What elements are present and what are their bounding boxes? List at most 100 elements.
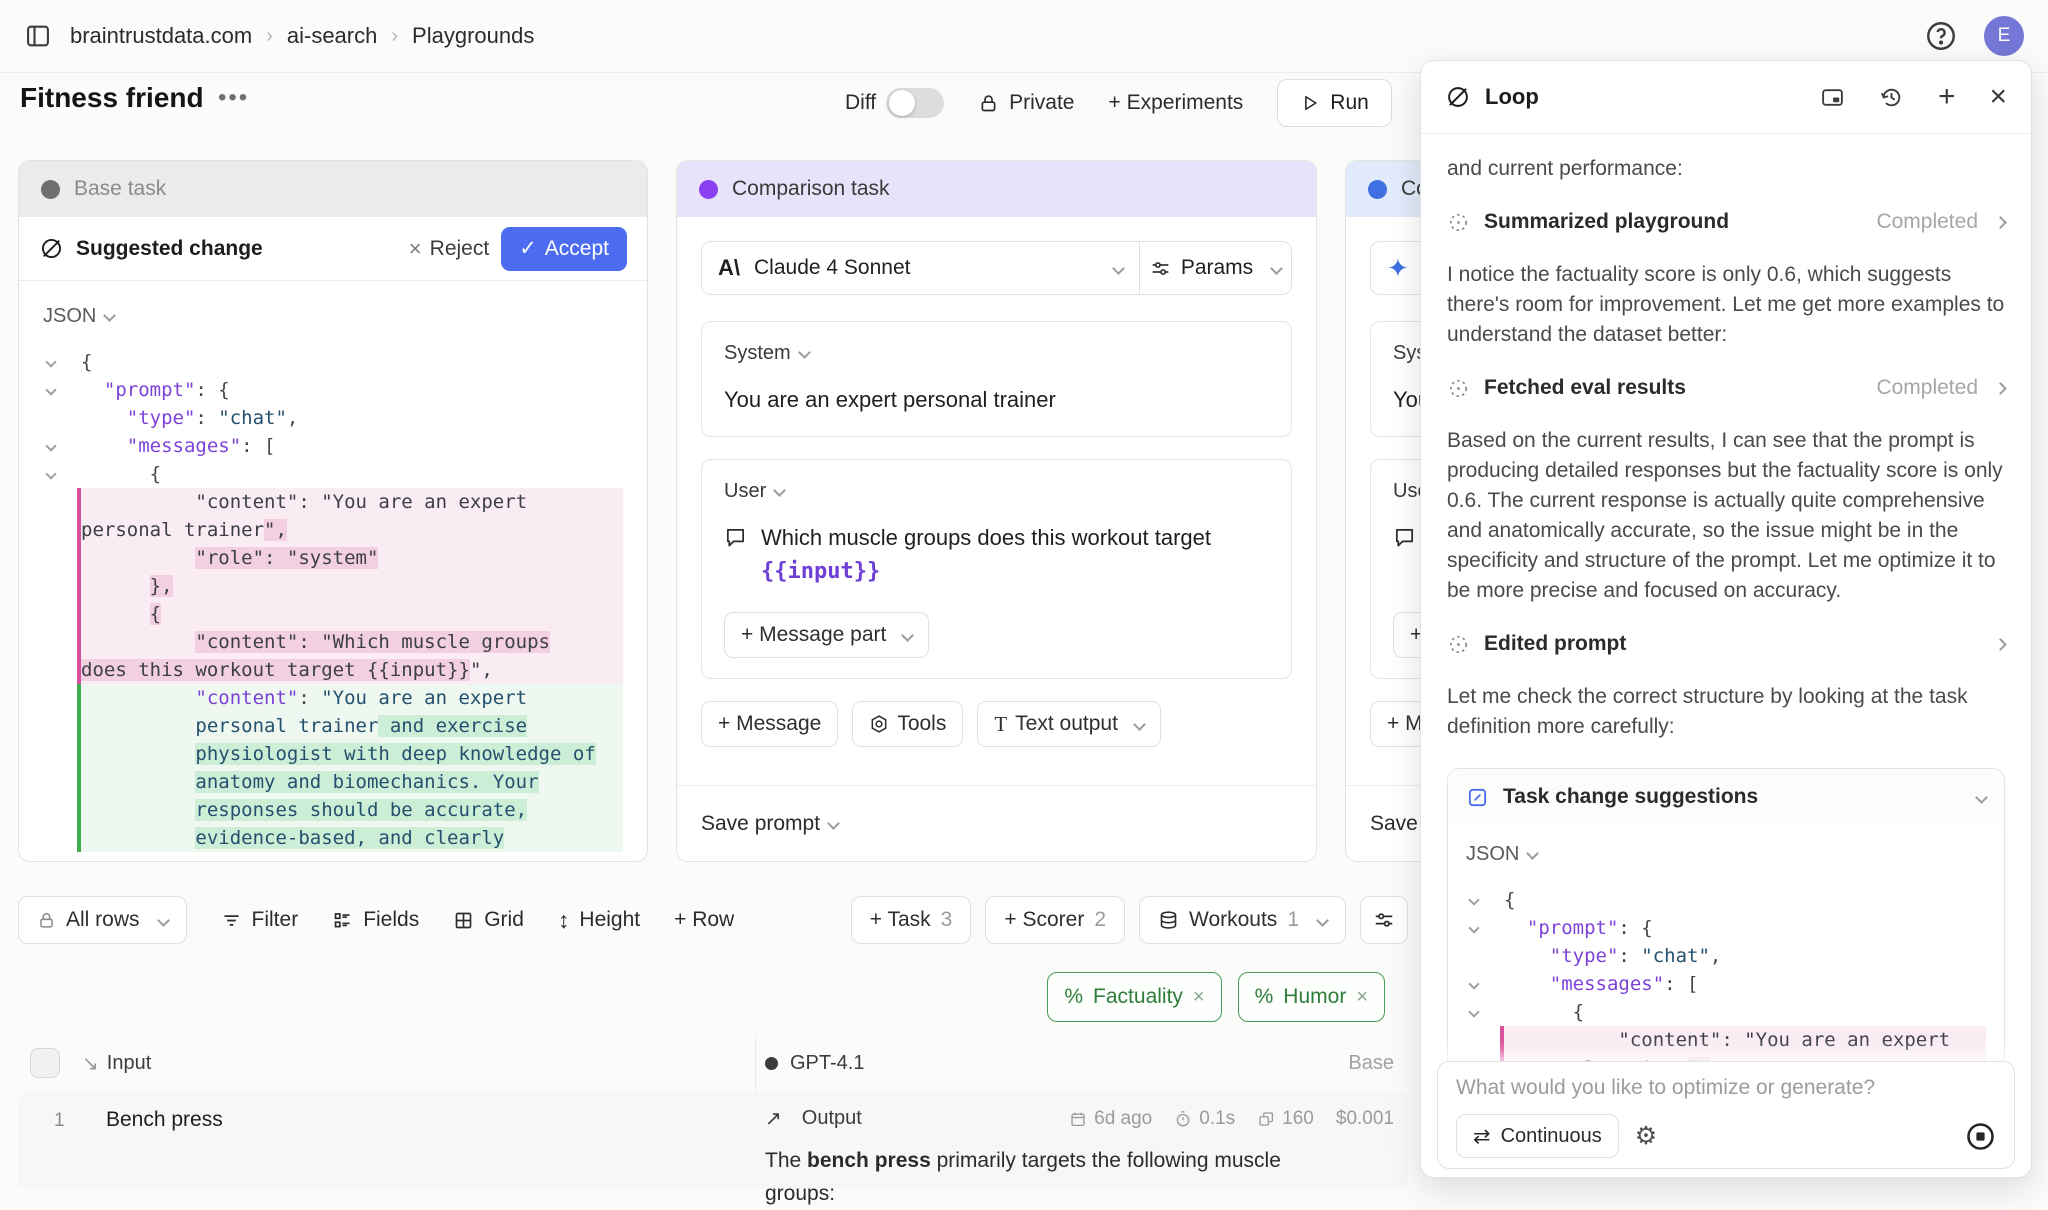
fields-button[interactable]: Fields [332,908,419,932]
loop-input-box: ⇄ Continuous ⚙ [1437,1061,2015,1169]
loop-conversation: and current performance: Summarized play… [1421,134,2031,1063]
save-prompt-button[interactable]: Save prompt [677,785,1316,861]
tools-icon [869,714,889,734]
params-button[interactable]: Params [1139,242,1291,294]
remove-scorer-icon[interactable]: × [1193,986,1205,1009]
add-message-button[interactable]: + Message [701,701,838,747]
close-icon[interactable]: × [1989,80,2007,114]
comparison-task-card: Comparison task A\ Claude 4 Sonnet Param… [676,160,1317,862]
run-button[interactable]: Run [1277,79,1392,127]
sliders-icon [1150,258,1171,279]
private-button[interactable]: Private [978,91,1074,115]
add-message-part-button[interactable]: + Message part [724,612,929,658]
system-role-selector[interactable]: System [724,342,809,365]
system-message-card[interactable]: System You are an expert personal traine… [701,321,1292,437]
input-column-header[interactable]: Input [107,1052,151,1075]
row-input-value[interactable]: Bench press [106,1108,223,1132]
add-scorer-button[interactable]: + Scorer2 [985,896,1125,944]
template-variable: {{input}} [761,559,880,584]
breadcrumb-org[interactable]: braintrustdata.com [70,23,252,49]
task-count: 3 [941,908,953,932]
output-text[interactable]: The bench press primarily targets the fo… [765,1144,1394,1210]
breadcrumb-separator: › [391,25,398,48]
help-icon[interactable] [1924,19,1958,53]
height-button[interactable]: ↕ Height [558,907,640,934]
dataset-count: 1 [1287,908,1299,932]
task-change-suggestions-card: Task change suggestions JSON {"prompt": … [1447,768,2005,1063]
reject-button[interactable]: × Reject [409,236,489,262]
all-rows-selector[interactable]: All rows [18,896,187,944]
task-change-suggestions-header[interactable]: Task change suggestions [1448,769,2004,825]
suggested-change-bar: Suggested change × Reject ✓ Accept [19,217,647,281]
text-output-button[interactable]: T Text output [977,701,1161,747]
base-task-title: Base task [74,177,166,201]
scorer-badge-humor[interactable]: % Humor × [1238,972,1385,1022]
scorer-badge-factuality[interactable]: % Factuality × [1047,972,1221,1022]
third-task-dot-icon [1368,180,1387,199]
user-prompt-text[interactable]: Which muscle groups does this workout ta… [761,521,1269,588]
breadcrumb-section[interactable]: Playgrounds [412,23,534,49]
system-prompt-text[interactable]: You are an expert personal trainer [724,383,1269,416]
tokens-icon [1257,1110,1275,1128]
sidebar-toggle-icon[interactable] [24,22,52,50]
dataset-selector[interactable]: Workouts1 [1139,896,1346,944]
select-all-checkbox[interactable] [30,1048,60,1078]
model-selector[interactable]: A\ Claude 4 Sonnet [702,242,1139,294]
json-suggestions-editor[interactable]: {"prompt": {"type": "chat","messages": [… [1466,886,1986,1063]
base-task-header[interactable]: Base task [19,161,647,217]
new-session-icon[interactable]: + [1938,80,1956,114]
message-bubble-icon [1393,526,1416,549]
model-column-header[interactable]: GPT-4.1 [790,1052,864,1075]
stop-button[interactable] [1965,1121,1996,1152]
remove-scorer-icon[interactable]: × [1356,986,1368,1009]
loop-panel: Loop + × and current performance: Summar… [1420,60,2032,1178]
title-menu-button[interactable]: ••• [218,84,249,112]
row-number: 1 [54,1110,65,1132]
text-icon: T [994,712,1007,737]
chevron-down-icon [1975,791,1988,804]
step-summarized-playground[interactable]: Summarized playground Completed [1447,210,2005,234]
accept-button[interactable]: ✓ Accept [501,227,627,271]
grid-button[interactable]: Grid [453,908,524,932]
table-settings-button[interactable] [1360,896,1408,944]
gear-icon[interactable]: ⚙ [1635,1121,1657,1151]
experiments-button[interactable]: + Experiments [1108,91,1243,115]
chevron-right-icon [1994,638,2007,651]
user-message-card[interactable]: User Which muscle groups does this worko… [701,459,1292,679]
comparison-task-title: Comparison task [732,177,890,201]
diff-toggle[interactable] [886,88,944,118]
pip-icon[interactable] [1820,85,1845,110]
output-label[interactable]: Output [802,1107,862,1130]
lock-icon [37,911,56,930]
format-selector[interactable]: JSON [43,305,623,328]
continuous-mode-button[interactable]: ⇄ Continuous [1456,1114,1619,1158]
avatar[interactable]: E [1984,16,2024,56]
table-header: ↘ Input GPT-4.1 Base [18,1035,1408,1091]
breadcrumb-project[interactable]: ai-search [287,23,377,49]
output-arrow-icon: ↗ [765,1106,782,1131]
user-role-selector[interactable]: User [724,480,784,503]
filter-button[interactable]: Filter [221,908,299,932]
format-selector[interactable]: JSON [1466,843,1986,866]
loop-panel-header: Loop + × [1421,61,2031,134]
step-fetched-eval-results[interactable]: Fetched eval results Completed [1447,376,2005,400]
step-edited-prompt[interactable]: Edited prompt [1447,632,2005,656]
repeat-icon: ⇄ [1473,1124,1491,1149]
history-icon[interactable] [1879,85,1904,110]
add-task-button[interactable]: + Task3 [851,896,972,944]
table-row[interactable]: 1 Bench press ↗ Output 6d ago 0.1s 1 [18,1092,1408,1188]
loop-prompt-input[interactable] [1456,1076,1996,1100]
cost: $0.001 [1336,1108,1394,1130]
tools-button[interactable]: Tools [852,701,963,747]
json-diff-editor[interactable]: {"prompt": {"type": "chat","messages": [… [43,348,623,852]
comparison-task-header[interactable]: Comparison task [677,161,1316,217]
suggested-change-label: Suggested change [76,237,263,261]
lock-icon [978,93,999,114]
input-field-icon: ↘ [82,1051,99,1076]
latency: 0.1s [1174,1108,1235,1130]
chevron-right-icon [1994,382,2007,395]
add-row-button[interactable]: + Row [674,908,734,932]
base-column-label: Base [1348,1052,1394,1075]
sliders-icon [1373,909,1395,931]
grid-icon [453,910,474,931]
